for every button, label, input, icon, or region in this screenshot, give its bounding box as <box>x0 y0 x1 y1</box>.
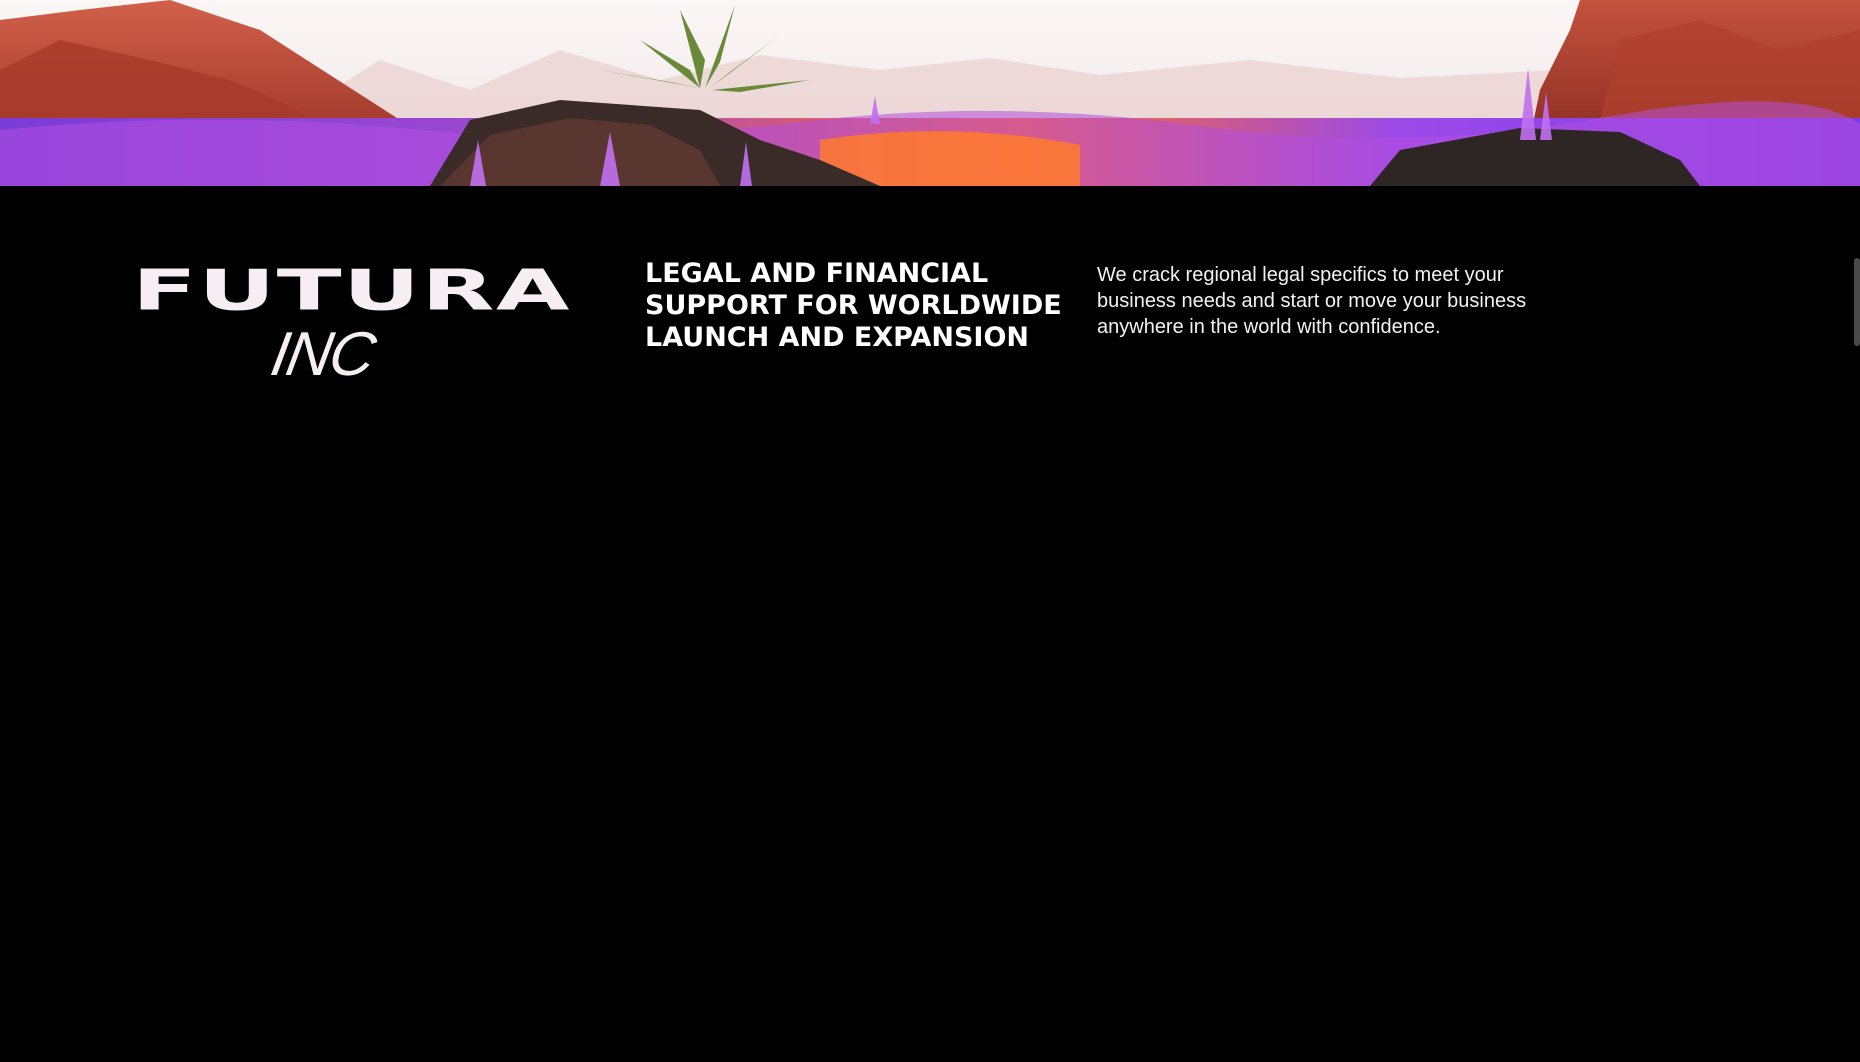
tagline-line: LEGAL AND FINANCIAL <box>645 258 989 289</box>
description-text: We crack regional legal specifics to mee… <box>1097 264 1527 338</box>
tagline-line: SUPPORT FOR WORLDWIDE <box>645 290 1062 321</box>
tagline-line: LAUNCH AND EXPANSION <box>645 322 1030 353</box>
page-scrollbar[interactable] <box>1854 258 1860 346</box>
logo-wordmark: FUTURA <box>132 257 571 323</box>
logo-subtitle: INC <box>266 320 379 389</box>
brand-logo[interactable]: FUTURA INC <box>132 262 569 392</box>
tagline-heading: LEGAL AND FINANCIAL SUPPORT FOR WORLDWID… <box>645 258 1065 354</box>
hero-banner-image <box>0 0 1860 186</box>
page: FUTURA INC LEGAL AND FINANCIAL SUPPORT F… <box>0 0 1860 1062</box>
